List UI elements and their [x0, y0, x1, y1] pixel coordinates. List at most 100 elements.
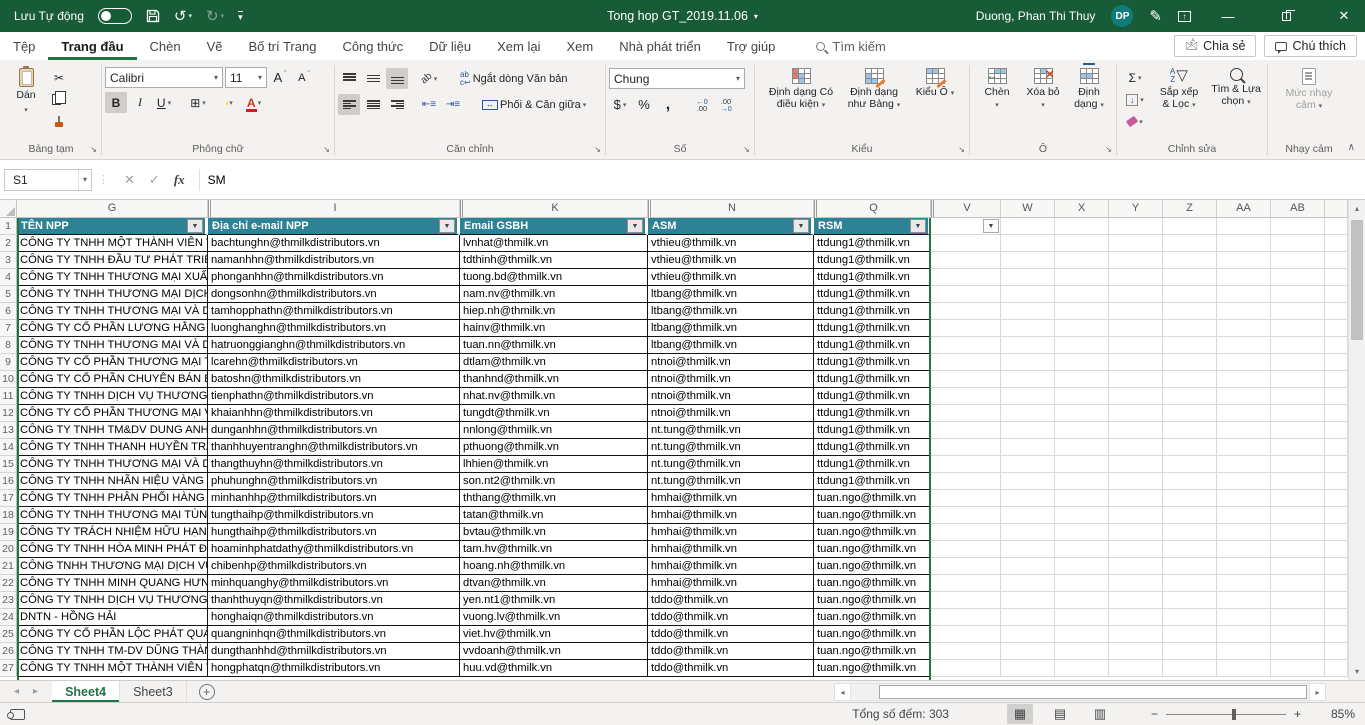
horizontal-scrollbar[interactable]: ◂ ▸: [834, 683, 1326, 701]
cell[interactable]: tuan.ngo@thmilk.vn: [814, 592, 931, 609]
cell[interactable]: dtvan@thmilk.vn: [460, 575, 648, 592]
cell[interactable]: hmhai@thmilk.vn: [648, 507, 814, 524]
cell[interactable]: [1055, 490, 1109, 507]
cell[interactable]: ttdung1@thmilk.vn: [814, 320, 931, 337]
row-number[interactable]: 14: [0, 439, 17, 456]
cell[interactable]: [1163, 490, 1217, 507]
cell[interactable]: [1163, 422, 1217, 439]
cell[interactable]: [1001, 337, 1055, 354]
cell[interactable]: [931, 252, 1001, 269]
cell[interactable]: [1055, 456, 1109, 473]
cell[interactable]: [1055, 643, 1109, 660]
cell[interactable]: dtlam@thmilk.vn: [460, 354, 648, 371]
cell[interactable]: ttdung1@thmilk.vn: [814, 235, 931, 252]
cell[interactable]: chibenhp@thmilkdistributors.vn: [208, 558, 460, 575]
conditional-formatting-button[interactable]: Định dạng Có điều kiện ▾: [765, 64, 837, 111]
macro-record-icon[interactable]: [10, 709, 25, 720]
cell[interactable]: [1055, 609, 1109, 626]
cell[interactable]: thangthuyhn@thmilkdistributors.vn: [208, 456, 460, 473]
cell[interactable]: [1001, 422, 1055, 439]
insert-function-icon[interactable]: fx: [174, 172, 185, 188]
column-header-AB[interactable]: AB: [1271, 200, 1325, 218]
cell[interactable]: CÔNG TY TNHH THƯƠNG MẠI VÀ DỊ: [17, 303, 208, 320]
font-color-button[interactable]: A▾: [243, 92, 265, 113]
cell[interactable]: [1163, 405, 1217, 422]
cell[interactable]: [1001, 456, 1055, 473]
cell[interactable]: [1001, 439, 1055, 456]
cell[interactable]: tddo@thmilk.vn: [648, 592, 814, 609]
cell[interactable]: [1217, 388, 1271, 405]
cell[interactable]: [1163, 541, 1217, 558]
cell[interactable]: ttdung1@thmilk.vn: [814, 422, 931, 439]
cell[interactable]: [1325, 286, 1348, 303]
cell[interactable]: CÔNG TY TRÁCH NHIỆM HỮU HẠN H: [17, 524, 208, 541]
autosum-button[interactable]: Σ▾: [1120, 67, 1150, 88]
cell[interactable]: [1109, 405, 1163, 422]
cell[interactable]: CÔNG TY CỔ PHẦN THƯƠNG MẠI TH: [17, 354, 208, 371]
shrink-font-button[interactable]: Aˇ: [293, 67, 315, 88]
cell[interactable]: [931, 354, 1001, 371]
cell[interactable]: [931, 490, 1001, 507]
ribbon-tab-6[interactable]: Dữ liệu: [416, 32, 484, 60]
cell[interactable]: [1109, 320, 1163, 337]
cell[interactable]: [1109, 541, 1163, 558]
cell[interactable]: [1325, 439, 1348, 456]
scroll-right-icon[interactable]: ▸: [1309, 684, 1325, 700]
cell[interactable]: [1055, 320, 1109, 337]
cell[interactable]: dungthanhhd@thmilkdistributors.vn: [208, 643, 460, 660]
cell[interactable]: [1217, 354, 1271, 371]
cell[interactable]: tungthaihp@thmilkdistributors.vn: [208, 507, 460, 524]
ink-pen-icon[interactable]: ✎: [1149, 7, 1162, 25]
cell[interactable]: lvnhat@thmilk.vn: [460, 235, 648, 252]
cell[interactable]: tuan.ngo@thmilk.vn: [814, 524, 931, 541]
cell[interactable]: [1325, 269, 1348, 286]
row-number[interactable]: 4: [0, 269, 17, 286]
cell[interactable]: [1001, 609, 1055, 626]
cell[interactable]: [1001, 626, 1055, 643]
column-header-G[interactable]: G: [17, 200, 208, 218]
cell[interactable]: [1055, 405, 1109, 422]
row-number[interactable]: 6: [0, 303, 17, 320]
row-number[interactable]: 21: [0, 558, 17, 575]
horizontal-scroll-thumb[interactable]: [879, 685, 1307, 699]
cell[interactable]: [1001, 218, 1055, 235]
filter-dropdown-icon[interactable]: ▼: [439, 219, 455, 233]
cell[interactable]: [931, 507, 1001, 524]
cell[interactable]: [1163, 286, 1217, 303]
cell[interactable]: tamhopphathn@thmilkdistributors.vn: [208, 303, 460, 320]
increase-indent-button[interactable]: ⇥≡: [442, 94, 464, 115]
align-center-button[interactable]: [362, 94, 384, 115]
cell[interactable]: son.nt2@thmilk.vn: [460, 473, 648, 490]
cell[interactable]: tatan@thmilk.vn: [460, 507, 648, 524]
collapse-ribbon-icon[interactable]: ∧: [1348, 142, 1355, 153]
cell[interactable]: tdthinh@thmilk.vn: [460, 252, 648, 269]
cell[interactable]: yen.nt1@thmilk.vn: [460, 592, 648, 609]
cell[interactable]: [1055, 252, 1109, 269]
cell[interactable]: [931, 456, 1001, 473]
cell[interactable]: ▼: [931, 218, 1001, 235]
row-number[interactable]: 23: [0, 592, 17, 609]
cell[interactable]: [931, 592, 1001, 609]
zoom-slider-thumb[interactable]: [1232, 709, 1236, 720]
cell[interactable]: [1217, 371, 1271, 388]
column-header-W[interactable]: W: [1001, 200, 1055, 218]
cell[interactable]: [1109, 439, 1163, 456]
cell[interactable]: namanhhn@thmilkdistributors.vn: [208, 252, 460, 269]
cell[interactable]: [1325, 235, 1348, 252]
column-header-Y[interactable]: Y: [1109, 200, 1163, 218]
cell[interactable]: [1325, 507, 1348, 524]
cell[interactable]: [1271, 320, 1325, 337]
cell[interactable]: [1271, 439, 1325, 456]
cell[interactable]: [1163, 354, 1217, 371]
cell-styles-button[interactable]: Kiểu Ô ▾: [911, 64, 959, 100]
cell[interactable]: vthieu@thmilk.vn: [648, 269, 814, 286]
cell[interactable]: hmhai@thmilk.vn: [648, 524, 814, 541]
ribbon-tab-7[interactable]: Xem lại: [484, 32, 553, 60]
cell[interactable]: [1055, 371, 1109, 388]
cell[interactable]: [931, 303, 1001, 320]
cell[interactable]: [1217, 320, 1271, 337]
cell[interactable]: ltbang@thmilk.vn: [648, 320, 814, 337]
row-number[interactable]: 13: [0, 422, 17, 439]
document-title[interactable]: Tong hop GT_2019.11.06▾: [607, 9, 758, 23]
cell[interactable]: [1055, 626, 1109, 643]
